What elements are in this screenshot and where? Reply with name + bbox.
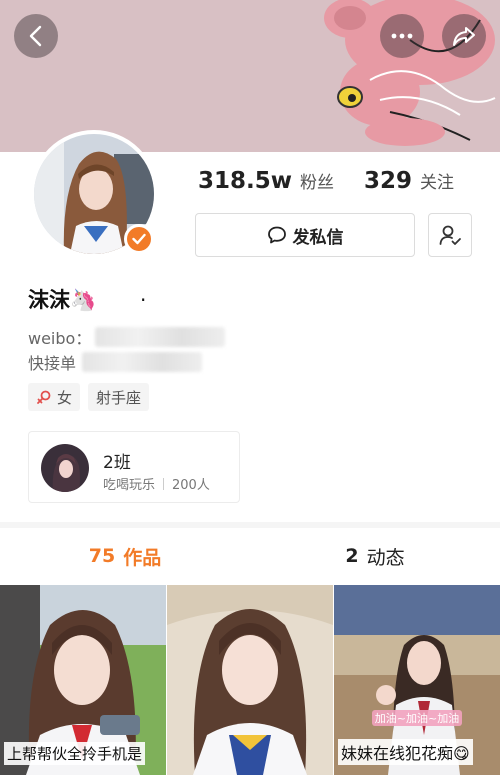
profile-page: 318.5w 粉丝 329 关注 发私信 沫沫🦄 · weibo： 快接单 女 … (0, 0, 500, 775)
profile-name: 沫沫🦄 (28, 288, 97, 312)
tab-dynamics[interactable]: 2 动态 (250, 528, 500, 584)
back-button[interactable] (14, 14, 58, 58)
follow-status-button[interactable] (428, 213, 472, 257)
group-category: 吃喝玩乐 (103, 478, 156, 493)
group-avatar (41, 444, 89, 492)
kuaijie-info: 快接单 (28, 350, 203, 374)
send-message-button[interactable]: 发私信 (195, 213, 415, 257)
post-caption: 上帮帮伙全拎手机是 (4, 742, 146, 765)
female-icon (37, 390, 51, 404)
post-thumbnail[interactable]: 上帮帮伙全拎手机是 (0, 585, 166, 775)
weibo-label: weibo： (28, 329, 92, 348)
chevron-left-icon (29, 25, 42, 47)
verified-badge (124, 224, 154, 254)
share-arrow-icon (453, 27, 475, 46)
content-tabs: 75 作品 2 动态 (0, 528, 500, 584)
name-suffix-dot: · (140, 288, 147, 312)
post-caption: 妹妹在线犯花痴😋 (338, 739, 473, 765)
weibo-info: weibo： (28, 325, 226, 349)
check-badge-icon (132, 233, 146, 245)
share-button[interactable] (442, 14, 486, 58)
zodiac-tag: 射手座 (88, 383, 150, 411)
group-meta-divider (163, 477, 165, 490)
group-card[interactable]: 2班 吃喝玩乐 200人 (28, 431, 240, 503)
profile-banner (0, 0, 500, 152)
post-overlay-text: 加油~加油~加油 (375, 711, 459, 725)
group-name: 2班 (103, 453, 131, 473)
follow-count[interactable]: 329 (364, 168, 412, 194)
user-check-icon (439, 225, 461, 245)
works-count: 75 (88, 545, 116, 567)
more-dots-icon (391, 33, 413, 39)
kuaijie-label: 快接单 (28, 354, 77, 373)
works-grid: 上帮帮伙全拎手机是 加油~加油~加油 妹妹在线犯花痴😋 (0, 585, 500, 775)
blurred-contact (82, 352, 203, 372)
profile-stats: 318.5w 粉丝 329 关注 (198, 168, 454, 194)
send-message-label: 发私信 (292, 227, 344, 248)
profile-tags: 女 射手座 (28, 383, 157, 411)
group-members: 200人 (172, 478, 210, 493)
fans-label[interactable]: 粉丝 (300, 168, 334, 193)
more-button[interactable] (380, 14, 424, 58)
chat-bubble-icon (267, 226, 286, 244)
group-meta: 吃喝玩乐 200人 (103, 474, 210, 493)
dynamics-label: 动态 (366, 546, 405, 569)
zodiac-label: 射手座 (96, 388, 142, 407)
gender-label: 女 (57, 388, 73, 407)
tab-works[interactable]: 75 作品 (0, 528, 250, 584)
works-label: 作品 (123, 546, 162, 569)
gender-tag: 女 (28, 383, 81, 411)
post-thumbnail[interactable] (167, 585, 333, 775)
dynamics-count: 2 (345, 545, 359, 567)
post-thumbnail[interactable]: 加油~加油~加油 妹妹在线犯花痴😋 (334, 585, 500, 775)
fans-count[interactable]: 318.5w (198, 168, 292, 194)
follow-label[interactable]: 关注 (420, 168, 454, 193)
blurred-weibo-id (95, 327, 226, 347)
